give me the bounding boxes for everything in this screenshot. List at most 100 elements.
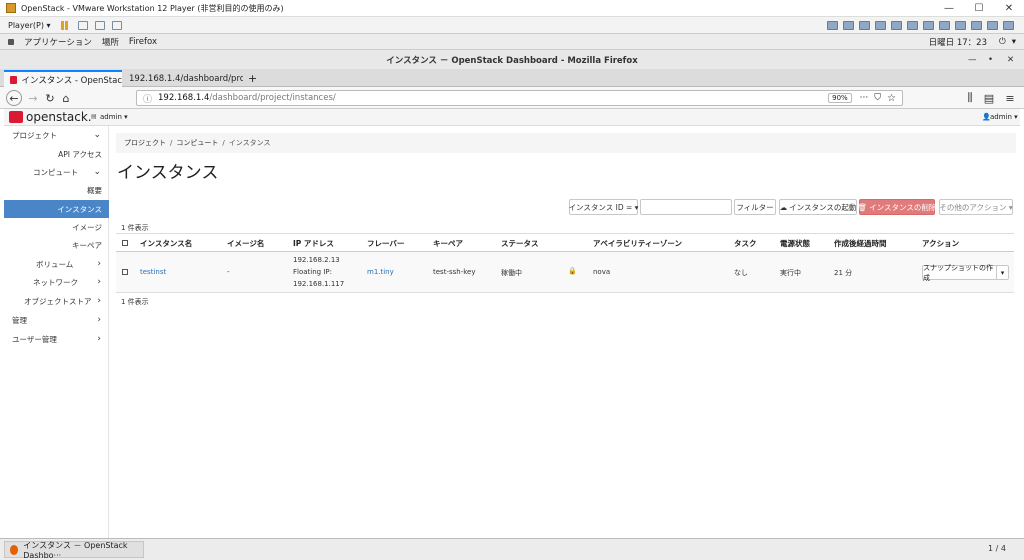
menu-icon[interactable]: ≡ [1002, 90, 1018, 106]
info-icon[interactable]: ⓘ [143, 92, 152, 105]
url-bar[interactable]: ⓘ 192.168.1.4 /dashboard/project/instanc… [136, 90, 903, 106]
col-header-keypair[interactable]: キーペア [433, 238, 463, 249]
sidebar-item-overview[interactable]: 概要 [4, 181, 109, 199]
ff-restore-button[interactable]: • [988, 55, 993, 65]
device-cd-icon[interactable] [843, 20, 854, 30]
home-icon[interactable]: ⌂ [58, 90, 74, 106]
filter-field-select[interactable]: インスタンス ID = ▾ [569, 199, 638, 215]
device-network2-icon[interactable] [875, 20, 886, 30]
instance-name-link[interactable]: testinst [140, 268, 166, 276]
col-header-image[interactable]: イメージ名 [227, 238, 264, 249]
power-icon[interactable]: ⏻ [999, 37, 1006, 47]
delete-instance-button[interactable]: 🗑 インスタンスの削除 [858, 199, 936, 215]
sidebar-item-label: イメージ [72, 222, 102, 232]
sidebar-item-identity[interactable]: ユーザー管理 › [4, 330, 109, 348]
player-menu[interactable]: Player(P) ▾ [8, 21, 51, 30]
firefox-title-bar: インスタンス － OpenStack Dashboard - Mozilla F… [0, 50, 1024, 69]
pause-icon[interactable] [60, 20, 64, 30]
device-unity-icon[interactable] [987, 20, 998, 30]
device-display-icon[interactable] [939, 20, 950, 30]
col-header-name[interactable]: インスタンス名 [140, 238, 192, 249]
filter-button[interactable]: フィルター [734, 199, 776, 215]
ff-close-button[interactable]: ✕ [1007, 55, 1014, 65]
device-printer-icon[interactable] [891, 20, 902, 30]
device-msg-icon[interactable] [971, 20, 982, 30]
minimize-button[interactable]: — [934, 0, 964, 17]
device-usb-icon[interactable] [907, 20, 918, 30]
sidebar-item-admin[interactable]: 管理 › [4, 311, 109, 329]
send-keys-icon[interactable] [77, 20, 88, 30]
instance-flavor-link[interactable]: m1.tiny [367, 268, 394, 276]
tab-instances[interactable]: インスタンス - OpenStac [4, 70, 122, 87]
col-header-status[interactable]: ステータス [501, 238, 539, 249]
page-actions-button[interactable]: ··· [860, 93, 869, 103]
forward-button[interactable]: → [25, 90, 41, 106]
library-icon[interactable]: ⫼ [962, 90, 978, 106]
sidebar-item-object-store[interactable]: オブジェクトストア › [4, 292, 109, 310]
breadcrumb-instances: インスタンス [228, 139, 271, 147]
gnome-applications-menu[interactable]: アプリケーション [24, 36, 92, 48]
breadcrumb-compute[interactable]: コンピュート [176, 138, 218, 148]
chevron-down-icon[interactable]: ▾ [1012, 37, 1016, 47]
openstack-logo[interactable]: openstack. [26, 110, 92, 124]
device-network-icon[interactable] [859, 20, 870, 30]
col-header-task[interactable]: タスク [734, 238, 757, 249]
create-snapshot-button[interactable]: スナップショットの作成 [922, 264, 997, 282]
instance-image: - [227, 268, 230, 276]
lock-icon: 🔒 [568, 267, 577, 275]
ff-minimize-button[interactable]: — [968, 55, 977, 65]
item-count-bottom: 1 件表示 [121, 298, 149, 306]
gnome-top-bar: アプリケーション 場所 Firefox 日曜日 17：23 ⏻ ▾ [0, 34, 1024, 50]
fullscreen-icon[interactable] [111, 20, 122, 30]
sidebar-item-images[interactable]: イメージ [4, 218, 109, 236]
pocket-icon[interactable]: ⛉ [874, 93, 881, 103]
sidebar-item-label: ユーザー管理 [12, 334, 57, 344]
bookmark-star-icon[interactable]: ☆ [887, 93, 896, 104]
sidebar-item-label: ボリューム [36, 259, 74, 269]
tab-dashboard[interactable]: 192.168.1.4/dashboard/proje [123, 70, 243, 87]
breadcrumb-project[interactable]: プロジェクト [124, 138, 166, 148]
row-actions-dropdown[interactable]: ▾ [996, 265, 1009, 280]
filter-input[interactable] [640, 199, 732, 215]
col-header-ip[interactable]: IP アドレス [293, 238, 334, 249]
taskbar-item-firefox[interactable]: インスタンス － OpenStack Dashbo··· [4, 541, 144, 560]
launch-instance-button[interactable]: ☁ インスタンスの起動 [779, 199, 857, 215]
col-header-power[interactable]: 電源状態 [780, 238, 810, 249]
select-all-checkbox[interactable] [122, 240, 128, 246]
openstack-logo-icon [9, 111, 23, 123]
vmware-window-title: OpenStack - VMware Workstation 12 Player… [21, 3, 284, 13]
sidebar-item-label: インスタンス [57, 204, 102, 214]
sidebar-toggle-icon[interactable]: ▤ [981, 90, 997, 106]
row-checkbox[interactable] [122, 269, 128, 275]
snapshot-icon[interactable] [94, 20, 105, 30]
col-header-az[interactable]: アベイラビリティーゾーン [593, 238, 682, 249]
new-tab-button[interactable]: + [244, 70, 262, 87]
project-selector[interactable]: admin ▾ [100, 113, 128, 121]
workspace-pager[interactable]: 1 / 4 [988, 544, 1006, 553]
col-header-flavor[interactable]: フレーバー [367, 238, 404, 249]
user-menu[interactable]: admin ▾ [990, 113, 1018, 121]
zoom-indicator[interactable]: 90% [828, 93, 852, 103]
reload-button[interactable]: ↻ [42, 90, 58, 106]
sidebar-item-project[interactable]: プロジェクト ⌄ [4, 126, 109, 144]
device-sound-icon[interactable] [923, 20, 934, 30]
firefox-icon [10, 544, 19, 555]
device-settings-icon[interactable] [1003, 20, 1014, 30]
sidebar-item-network[interactable]: ネットワーク › [4, 273, 109, 291]
device-serial-icon[interactable] [955, 20, 966, 30]
col-header-age[interactable]: 作成後経過時間 [834, 238, 887, 249]
more-actions-button[interactable]: その他のアクション ▾ [939, 199, 1013, 215]
gnome-clock[interactable]: 日曜日 17：23 [929, 36, 987, 48]
gnome-firefox-menu[interactable]: Firefox [129, 37, 157, 47]
back-button[interactable]: ← [6, 90, 22, 106]
firefox-tab-strip: インスタンス - OpenStac 192.168.1.4/dashboard/… [0, 69, 1024, 87]
sidebar-item-compute[interactable]: コンピュート ⌄ [4, 163, 109, 181]
sidebar-item-volumes[interactable]: ボリューム › [4, 255, 109, 273]
sidebar-item-api-access[interactable]: API アクセス [4, 145, 109, 163]
device-hdd-icon[interactable] [827, 20, 838, 30]
sidebar-item-instances[interactable]: インスタンス [4, 200, 109, 218]
close-button[interactable]: ✕ [994, 0, 1024, 17]
sidebar-item-keypairs[interactable]: キーペア [4, 236, 109, 254]
gnome-places-menu[interactable]: 場所 [102, 36, 119, 48]
maximize-button[interactable]: ☐ [964, 0, 994, 17]
